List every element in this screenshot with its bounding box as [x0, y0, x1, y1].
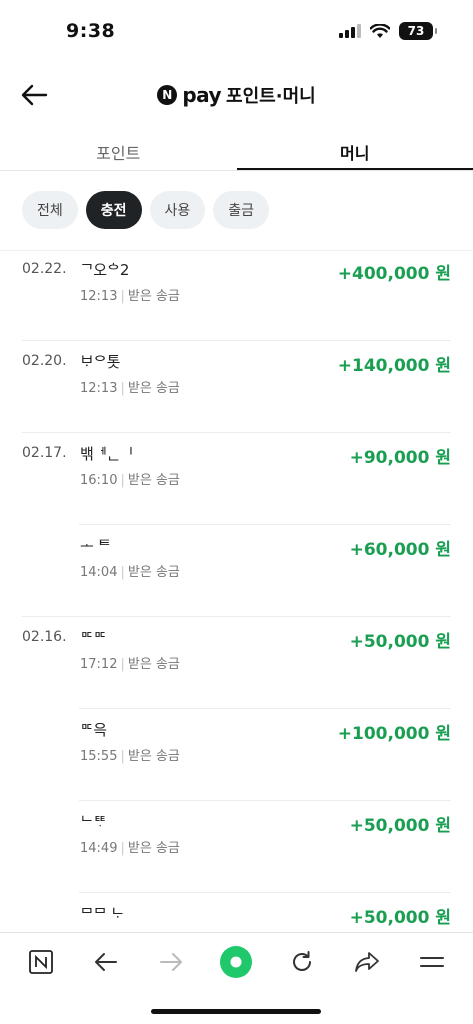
type: 받은 송금 [127, 749, 180, 764]
time: 17:12 [80, 657, 118, 672]
sender-name: ᄆᄃ윽 [80, 721, 107, 739]
date-label: 02.16. [22, 629, 67, 645]
transaction-meta: 12:13 | 받은 송금 [80, 289, 180, 304]
type: 받은 송금 [127, 841, 180, 856]
amount: +50,000 원 [349, 816, 451, 836]
time: 14:04 [80, 565, 118, 580]
refresh-button[interactable] [282, 942, 322, 982]
list-item[interactable]: 02.22. ᄀ오ᅌ2 12:13 | 받은 송금 +400,000 원 [0, 251, 473, 341]
amount: +400,000 원 [337, 264, 451, 284]
transaction-meta: 16:10 | 받은 송금 [80, 473, 180, 488]
status-icons: 73 [339, 22, 437, 40]
transaction-meta: 14:49 | 받은 송금 [80, 841, 180, 856]
list-item[interactable]: 02.17. 밲ᅦᆫᅵ 16:10 | 받은 송금 +90,000 원 [0, 433, 473, 525]
amount: +60,000 원 [349, 540, 451, 560]
forward-arrow-icon [160, 952, 183, 971]
sender-name: ᄇᆞᄋ톳ᅟ [80, 353, 134, 371]
chip-withdraw[interactable]: 출금 [213, 191, 270, 229]
amount: +50,000 원 [349, 632, 451, 652]
browser-toolbar [0, 932, 473, 990]
sender-name: ᄀ오ᅌ2 [80, 261, 129, 279]
type: 받은 송금 [127, 473, 180, 488]
transaction-meta: 15:55 | 받은 송금 [80, 749, 180, 764]
transaction-list: 02.22. ᄀ오ᅌ2 12:13 | 받은 송금 +400,000 원 02.20… [0, 250, 473, 932]
time: 16:10 [80, 473, 118, 488]
time: 12:13 [80, 289, 118, 304]
list-item[interactable]: 02.20. ᄇᆞᄋ톳ᅟ 12:13 | 받은 송금 +140,000 원 [0, 341, 473, 433]
naver-pay-logo: N [157, 85, 178, 105]
amount: +100,000 원 [337, 724, 451, 744]
tab-bar: 포인트 머니 [0, 128, 473, 171]
status-time: 9:38 [66, 20, 116, 42]
filter-chips: 전체 충전 사용 출금 [22, 191, 270, 229]
chip-charge[interactable]: 충전 [85, 191, 142, 229]
type: 받은 송금 [127, 381, 180, 396]
amount: +140,000 원 [337, 356, 451, 376]
type: 받은 송금 [127, 289, 180, 304]
share-button[interactable] [347, 942, 387, 982]
transaction-meta: 14:04 | 받은 송금 [80, 565, 180, 580]
date-label: 02.20. [22, 353, 67, 369]
amount: +90,000 원 [349, 448, 451, 468]
sender-name: ᄂᄐᄐᆞ [80, 813, 107, 831]
status-bar: 9:38 73 [0, 0, 473, 62]
type: 받은 송금 [127, 657, 180, 672]
naver-n-icon [28, 949, 53, 974]
page-title: N pay 포인트·머니 [0, 82, 473, 108]
chip-use[interactable]: 사용 [149, 191, 206, 229]
battery-icon: 73 [399, 22, 437, 40]
sender-name: ᄆᄃᄆᄃ [80, 629, 107, 647]
date-label: 02.17. [22, 445, 67, 461]
date-label: 02.22. [22, 261, 67, 277]
amount: +50,000 원 [349, 908, 451, 928]
transaction-meta: 12:13 | 받은 송금 [80, 381, 180, 396]
back-arrow-icon [94, 952, 117, 971]
menu-button[interactable] [412, 942, 452, 982]
tab-points[interactable]: 포인트 [0, 128, 237, 170]
naver-home-button[interactable] [21, 942, 61, 982]
tab-money[interactable]: 머니 [236, 128, 473, 170]
green-dot-button[interactable] [216, 942, 256, 982]
list-item[interactable]: ᄆᄆ ᄂᆞ +50,000 원 [0, 893, 473, 932]
list-item[interactable]: 02.16. ᄆᄃᄆᄃ 17:12 | 받은 송금 +50,000 원 [0, 617, 473, 709]
list-item[interactable]: ᅩ ᄐ 14:04 | 받은 송금 +60,000 원 [0, 525, 473, 617]
app-header: N pay 포인트·머니 [0, 62, 473, 128]
wifi-icon [370, 23, 390, 38]
chip-all[interactable]: 전체 [22, 191, 78, 229]
time: 12:13 [80, 381, 118, 396]
list-item[interactable]: ᄂᄐᄐᆞ 14:49 | 받은 송금 +50,000 원 [0, 801, 473, 893]
share-icon [355, 951, 379, 972]
list-item[interactable]: ᄆᄃ윽 15:55 | 받은 송금 +100,000 원 [0, 709, 473, 801]
sender-name: ᄆᄆ ᄂᆞ [80, 905, 125, 923]
time: 15:55 [80, 749, 118, 764]
sender-name: 밲ᅦᆫᅵ [80, 445, 134, 463]
type: 받은 송금 [127, 565, 180, 580]
back-button[interactable] [86, 942, 126, 982]
title-text: 포인트·머니 [226, 86, 316, 107]
sender-name: ᅩ ᄐ [80, 537, 111, 555]
forward-button[interactable] [151, 942, 191, 982]
refresh-icon [292, 950, 311, 971]
pay-wordmark: pay [182, 83, 222, 107]
home-indicator [151, 1009, 321, 1014]
green-dot-icon [220, 945, 253, 978]
menu-icon [420, 956, 445, 967]
signal-icon [339, 24, 361, 38]
transaction-meta: 17:12 | 받은 송금 [80, 657, 180, 672]
time: 14:49 [80, 841, 118, 856]
